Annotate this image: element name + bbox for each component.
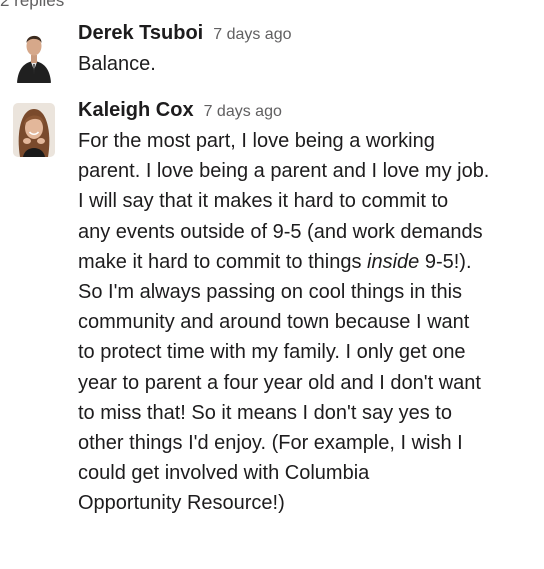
message-header: Kaleigh Cox 7 days ago	[78, 99, 540, 125]
message-line: to protect time with my family. I only g…	[78, 341, 466, 364]
sender-name[interactable]: Derek Tsuboi	[78, 22, 203, 45]
italic-text: inside	[367, 250, 420, 273]
replies-count[interactable]: 2 replies	[0, 0, 64, 11]
message-text: For the most part, I love being a workin…	[78, 126, 540, 518]
message-line: community and around town because I want	[78, 311, 470, 334]
message-content: Kaleigh Cox 7 days ago For the most part…	[78, 99, 540, 518]
message-line: Opportunity Resource!)	[78, 492, 285, 515]
user-avatar[interactable]	[13, 28, 55, 83]
message-line: So I'm always passing on cool things in …	[78, 280, 463, 303]
avatar-photo-icon	[13, 103, 55, 157]
message-line: could get involved with Columbia	[78, 462, 370, 485]
message-line-segment: make it hard to commit to things	[78, 250, 368, 273]
sender-name[interactable]: Kaleigh Cox	[78, 99, 194, 122]
message-timestamp[interactable]: 7 days ago	[204, 103, 282, 121]
message-line: year to parent a four year old and I don…	[78, 371, 481, 394]
message-line: to miss that! So it means I don't say ye…	[78, 401, 452, 424]
user-avatar[interactable]	[13, 103, 55, 157]
message-line: parent. I love being a parent and I love…	[78, 160, 490, 183]
message-line: other things I'd enjoy. (For example, I …	[78, 431, 463, 454]
message-line: I will say that it makes it hard to comm…	[78, 190, 449, 213]
message-line-segment: 9-5!).	[419, 250, 472, 273]
avatar-photo-icon	[13, 28, 55, 83]
message-timestamp[interactable]: 7 days ago	[213, 26, 291, 44]
message-header: Derek Tsuboi 7 days ago	[78, 22, 540, 48]
message-content: Derek Tsuboi 7 days ago Balance.	[78, 22, 540, 79]
message-line: make it hard to commit to things inside …	[78, 247, 540, 277]
message-text: Balance.	[78, 53, 156, 75]
message-line: any events outside of 9-5 (and work dema…	[78, 220, 483, 243]
message-line: For the most part, I love being a workin…	[78, 130, 435, 152]
